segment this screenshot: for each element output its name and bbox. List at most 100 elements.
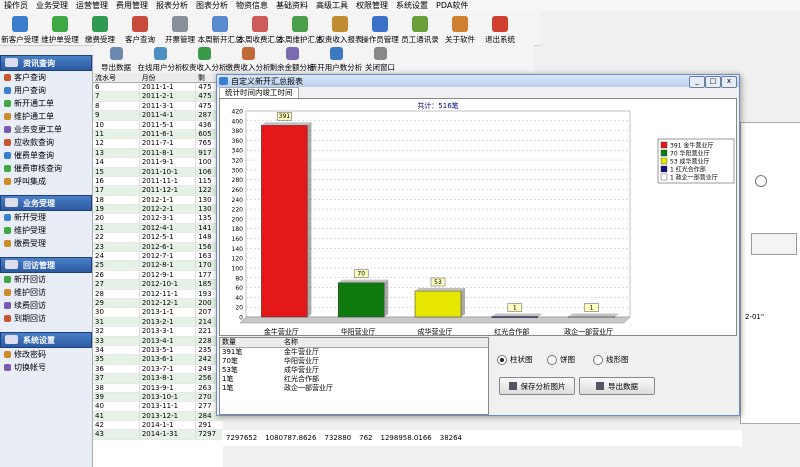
menu-item[interactable]: 高级工具 xyxy=(312,0,352,11)
close-button[interactable]: x xyxy=(721,76,737,88)
sidebar-item[interactable]: 维护受理 xyxy=(0,224,92,237)
menu-item[interactable]: 图表分析 xyxy=(192,0,232,11)
radio-dot[interactable] xyxy=(593,354,603,365)
toolbar-button[interactable]: 开票管理 xyxy=(160,11,200,45)
table-row[interactable]: 34 2013-5-1 235 xyxy=(93,345,223,356)
toolbar-button[interactable]: 本周维护汇总 xyxy=(278,11,323,45)
table-row[interactable]: 6 2011-1-1 475 xyxy=(93,83,223,93)
table-row[interactable]: 8 2011-3-1 475 xyxy=(93,101,223,112)
table-row[interactable]: 30 2013-1-1 207 xyxy=(93,308,223,318)
sidebar-item[interactable]: 续费回访 xyxy=(0,299,92,312)
list-item[interactable]: 1笔 红光合作部 xyxy=(220,375,488,384)
toolbar-button[interactable]: 操作员管理 xyxy=(360,11,400,45)
sidebar-section[interactable]: 回访管理 xyxy=(0,257,92,273)
table-row[interactable]: 25 2012-8-1 170 xyxy=(93,261,223,271)
table-row[interactable]: 19 2012-2-1 130 xyxy=(93,205,223,215)
list-item[interactable]: 53笔 成华营业厅 xyxy=(220,366,488,375)
table-row[interactable]: 11 2011-6-1 605 xyxy=(93,129,223,140)
list-item[interactable]: 391笔 金牛营业厅 xyxy=(220,348,488,357)
table-row[interactable]: 9 2011-4-1 287 xyxy=(93,111,223,121)
analysis-button[interactable]: 新开用户数分析 xyxy=(310,45,362,73)
table-row[interactable]: 38 2013-9-1 263 xyxy=(93,383,223,393)
table-row[interactable]: 21 2012-4-1 141 xyxy=(93,223,223,234)
table-row[interactable]: 42 2014-1-1 291 xyxy=(93,421,223,431)
table-row[interactable]: 33 2013-4-1 228 xyxy=(93,336,223,346)
menu-item[interactable]: 操作员 xyxy=(0,0,32,11)
sidebar-item[interactable]: 到期回访 xyxy=(0,312,92,325)
save-image-button[interactable]: 保存分析图片 xyxy=(499,377,575,395)
toolbar-button[interactable]: 关于软件 xyxy=(440,11,480,45)
toolbar-button[interactable]: 维护单受理 xyxy=(40,11,80,45)
table-row[interactable]: 39 2013-10-1 270 xyxy=(93,392,223,403)
toolbar-button[interactable]: 新客户受理 xyxy=(0,11,40,45)
option-bar-chart[interactable]: 柱状图 xyxy=(497,354,533,365)
toolbar-button[interactable]: 本周收费汇总 xyxy=(238,11,283,45)
table-row[interactable]: 41 2013-12-1 284 xyxy=(93,411,223,422)
analysis-button[interactable]: 导出数据 xyxy=(94,45,138,73)
sidebar-item[interactable]: 客户查询 xyxy=(0,71,92,84)
sidebar-item[interactable]: 修改密码 xyxy=(0,348,92,361)
analysis-button[interactable]: 在线用户分析 xyxy=(138,45,183,73)
table-row[interactable]: 12 2011-7-1 765 xyxy=(93,139,223,149)
table-row[interactable]: 29 2012-12-1 200 xyxy=(93,298,223,309)
table-row[interactable]: 27 2012-10-1 185 xyxy=(93,280,223,290)
table-row[interactable]: 13 2011-8-1 917 xyxy=(93,148,223,159)
analysis-button[interactable]: 剩余金额分析 xyxy=(270,45,315,73)
toolbar-button[interactable]: 退出系统 xyxy=(480,11,520,45)
sidebar-item[interactable]: 缴费受理 xyxy=(0,237,92,250)
table-row[interactable]: 7 2011-2-1 475 xyxy=(93,92,223,102)
sidebar-item[interactable]: 维护回访 xyxy=(0,286,92,299)
list-body[interactable]: 391笔 金牛营业厅 70笔 华阳营业厅 53笔 成华营业厅 1笔 红光合作部 1笔 政企一部营业… xyxy=(220,348,488,393)
radio-dot[interactable] xyxy=(547,354,557,365)
toolbar-button[interactable]: 权责收入报表 xyxy=(318,11,363,45)
analysis-button[interactable]: 关闭窗口 xyxy=(358,45,402,73)
table-row[interactable]: 26 2012-9-1 177 xyxy=(93,270,223,281)
toolbar-button[interactable]: 员工通讯录 xyxy=(400,11,440,45)
sidebar-item[interactable]: 新开受理 xyxy=(0,211,92,224)
table-row[interactable]: 14 2011-9-1 100 xyxy=(93,158,223,168)
menu-item[interactable]: 业务受理 xyxy=(32,0,72,11)
radio-dot[interactable] xyxy=(497,354,507,365)
table-row[interactable]: 43 2014-1-31 7297 xyxy=(93,430,223,440)
sidebar-section[interactable]: 资讯查询 xyxy=(0,55,92,71)
tab-completion-time[interactable]: 统计时间内竣工时间 xyxy=(219,87,299,98)
menu-item[interactable]: 运营管理 xyxy=(72,0,112,11)
toolbar-button[interactable]: 本周新开汇总 xyxy=(198,11,243,45)
menu-item[interactable]: 物资信息 xyxy=(232,0,272,11)
export-data-button[interactable]: 导出数据 xyxy=(579,377,655,395)
sidebar-section[interactable]: 系统设置 xyxy=(0,332,92,348)
table-row[interactable]: 37 2013-8-1 256 xyxy=(93,374,223,384)
menu-item[interactable]: 权限管理 xyxy=(352,0,392,11)
sidebar-item[interactable]: 维护通工单 xyxy=(0,110,92,123)
analysis-button[interactable]: 权责收入分析 xyxy=(182,45,227,73)
table-row[interactable]: 22 2012-5-1 148 xyxy=(93,233,223,243)
list-item[interactable]: 1笔 政企一部营业厅 xyxy=(220,384,488,393)
table-row[interactable]: 16 2011-11-1 115 xyxy=(93,176,223,187)
table-row[interactable]: 18 2012-1-1 130 xyxy=(93,195,223,206)
menu-item[interactable]: 报表分析 xyxy=(152,0,192,11)
menu-item[interactable]: PDA软件 xyxy=(432,0,472,11)
option-pie-chart[interactable]: 饼图 xyxy=(547,354,575,365)
sidebar-item[interactable]: 切换帐号 xyxy=(0,361,92,374)
table-row[interactable]: 28 2012-11-1 193 xyxy=(93,289,223,299)
maximize-button[interactable]: □ xyxy=(705,76,721,88)
menu-item[interactable]: 系统设置 xyxy=(392,0,432,11)
menu-item[interactable]: 基础资料 xyxy=(272,0,312,11)
table-row[interactable]: 31 2013-2-1 214 xyxy=(93,317,223,328)
sidebar-item[interactable]: 新开通工单 xyxy=(0,97,92,110)
table-row[interactable]: 24 2012-7-1 163 xyxy=(93,252,223,262)
table-row[interactable]: 23 2012-6-1 156 xyxy=(93,242,223,253)
table-row[interactable]: 17 2011-12-1 122 xyxy=(93,186,223,196)
sidebar-item[interactable]: 业务变更工单 xyxy=(0,123,92,136)
minimize-button[interactable]: _ xyxy=(689,76,705,88)
sidebar-item[interactable]: 催费审核查询 xyxy=(0,162,92,175)
sidebar-item[interactable]: 用户查询 xyxy=(0,84,92,97)
toolbar-button[interactable]: 客户查询 xyxy=(120,11,160,45)
sidebar-section[interactable]: 业务受理 xyxy=(0,195,92,211)
sidebar-item[interactable]: 新开回访 xyxy=(0,273,92,286)
grid-body[interactable]: 6 2011-1-1 475 7 2011-2-1 475 8 2011-3-1 475 9 201… xyxy=(93,83,223,440)
menu-item[interactable]: 费用管理 xyxy=(112,0,152,11)
option-line-chart[interactable]: 线形图 xyxy=(593,354,629,365)
table-row[interactable]: 36 2013-7-1 249 xyxy=(93,364,223,375)
table-row[interactable]: 35 2013-6-1 242 xyxy=(93,355,223,365)
